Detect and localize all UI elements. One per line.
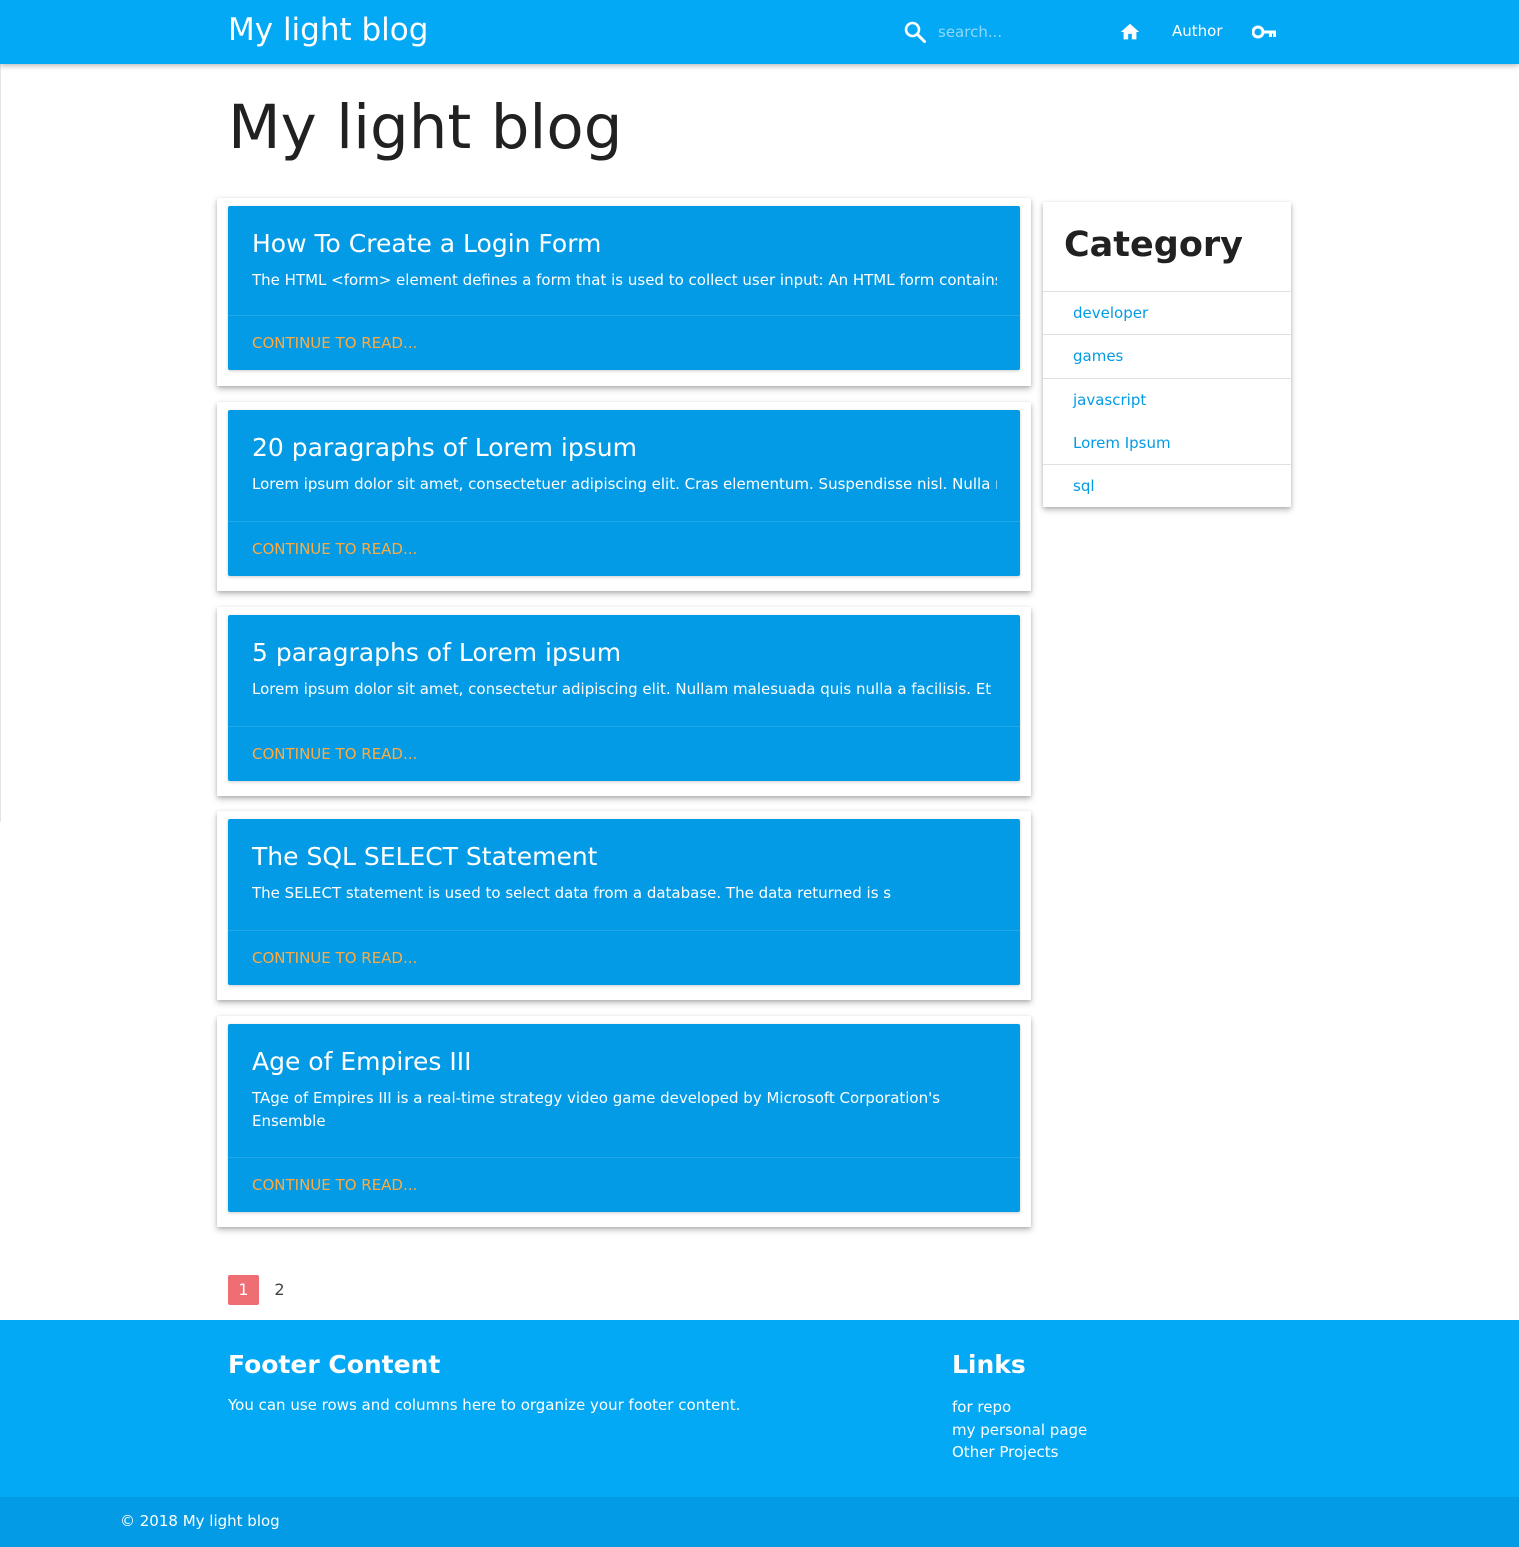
- post-card: The SQL SELECT Statement The SELECT stat…: [217, 811, 1031, 1000]
- category-item-developer[interactable]: developer: [1043, 291, 1291, 334]
- post-card: 20 paragraphs of Lorem ipsum Lorem ipsum…: [217, 402, 1031, 591]
- post-card: Age of Empires III TAge of Empires III i…: [217, 1016, 1031, 1227]
- page-2-button[interactable]: 2: [264, 1275, 295, 1305]
- post-card-content: How To Create a Login Form The HTML <for…: [228, 206, 1020, 370]
- post-card: 5 paragraphs of Lorem ipsum Lorem ipsum …: [217, 607, 1031, 796]
- category-item-sql[interactable]: sql: [1043, 464, 1291, 507]
- continue-reading-link[interactable]: CONTINUE TO READ...: [252, 745, 417, 763]
- post-excerpt: TAge of Empires III is a real-time strat…: [252, 1089, 941, 1130]
- brand-logo[interactable]: My light blog: [228, 12, 428, 48]
- left-divider: [0, 64, 1, 822]
- key-icon[interactable]: [1251, 24, 1278, 40]
- home-icon[interactable]: [1119, 21, 1141, 43]
- footer-copyright: © 2018 My light blog: [0, 1497, 1519, 1547]
- category-item-games[interactable]: games: [1043, 334, 1291, 377]
- post-action: CONTINUE TO READ...: [228, 930, 1020, 985]
- post-excerpt: Lorem ipsum dolor sit amet, consectetuer…: [252, 475, 997, 493]
- post-card-content: The SQL SELECT Statement The SELECT stat…: [228, 819, 1020, 985]
- post-title[interactable]: The SQL SELECT Statement: [252, 842, 597, 871]
- nav-author-link[interactable]: Author: [1172, 22, 1223, 40]
- copyright-text: © 2018 My light blog: [120, 1512, 280, 1530]
- continue-reading-link[interactable]: CONTINUE TO READ...: [252, 949, 417, 967]
- post-card-content: 20 paragraphs of Lorem ipsum Lorem ipsum…: [228, 410, 1020, 576]
- continue-reading-link[interactable]: CONTINUE TO READ...: [252, 540, 417, 558]
- post-action: CONTINUE TO READ...: [228, 1157, 1020, 1212]
- sidebar-title: Category: [1064, 225, 1243, 265]
- continue-reading-link[interactable]: CONTINUE TO READ...: [252, 334, 417, 352]
- page-1-button[interactable]: 1: [228, 1275, 259, 1305]
- post-excerpt: The SELECT statement is used to select d…: [252, 884, 892, 902]
- post-action: CONTINUE TO READ...: [228, 521, 1020, 576]
- footer-content-text: You can use rows and columns here to org…: [228, 1396, 741, 1414]
- post-action: CONTINUE TO READ...: [228, 315, 1020, 370]
- post-title[interactable]: 5 paragraphs of Lorem ipsum: [252, 638, 621, 667]
- category-item-lorem-ipsum[interactable]: Lorem Ipsum: [1043, 421, 1291, 464]
- category-item-javascript[interactable]: javascript: [1043, 377, 1291, 421]
- post-card-content: Age of Empires III TAge of Empires III i…: [228, 1024, 1020, 1212]
- post-card-content: 5 paragraphs of Lorem ipsum Lorem ipsum …: [228, 615, 1020, 781]
- footer-links: for repo my personal page Other Projects: [952, 1396, 1087, 1464]
- post-card: How To Create a Login Form The HTML <for…: [217, 198, 1031, 386]
- footer-link-other-projects[interactable]: Other Projects: [952, 1441, 1087, 1464]
- post-action: CONTINUE TO READ...: [228, 726, 1020, 781]
- post-title[interactable]: Age of Empires III: [252, 1047, 472, 1076]
- post-title[interactable]: 20 paragraphs of Lorem ipsum: [252, 433, 637, 462]
- post-title[interactable]: How To Create a Login Form: [252, 229, 601, 258]
- category-sidebar: Category developer games javascript Lore…: [1043, 202, 1291, 507]
- post-excerpt: The HTML <form> element defines a form t…: [252, 271, 997, 289]
- search-icon[interactable]: [903, 20, 927, 44]
- page-title: My light blog: [228, 92, 623, 163]
- continue-reading-link[interactable]: CONTINUE TO READ...: [252, 1176, 417, 1194]
- footer-content-title: Footer Content: [228, 1350, 441, 1379]
- footer-links-title: Links: [952, 1350, 1026, 1379]
- navbar: My light blog Author: [0, 0, 1519, 64]
- footer-link-personal-page[interactable]: my personal page: [952, 1419, 1087, 1442]
- search-input[interactable]: [938, 20, 1098, 44]
- category-list: developer games javascript Lorem Ipsum s…: [1043, 291, 1291, 507]
- footer: Footer Content You can use rows and colu…: [0, 1320, 1519, 1497]
- footer-link-repo[interactable]: for repo: [952, 1396, 1087, 1419]
- post-excerpt: Lorem ipsum dolor sit amet, consectetur …: [252, 680, 992, 698]
